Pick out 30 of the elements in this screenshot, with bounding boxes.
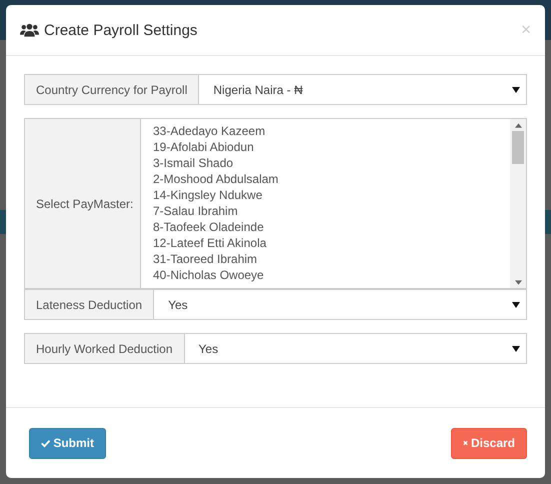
field-label: Lateness Deduction bbox=[24, 289, 154, 320]
scrollbar-thumb[interactable] bbox=[512, 131, 524, 164]
submit-button[interactable]: Submit bbox=[29, 428, 106, 458]
select-field[interactable]: Nigeria Naira - ₦ bbox=[198, 74, 527, 105]
select-field[interactable]: Yes bbox=[184, 333, 527, 364]
close-icon bbox=[463, 438, 468, 448]
field-label: Hourly Worked Deduction bbox=[24, 333, 184, 364]
list-option[interactable]: 7-Salau Ibrahim bbox=[153, 203, 498, 219]
list-option[interactable]: 3-Ismail Shado bbox=[153, 155, 498, 171]
caret-icon bbox=[512, 302, 520, 308]
list-option[interactable]: 19-Afolabi Abiodun bbox=[153, 139, 498, 155]
caret-icon bbox=[512, 346, 520, 352]
list-option[interactable]: 40-Nicholas Owoeye bbox=[153, 267, 498, 283]
list-option[interactable]: 31-Taoreed Ibrahim bbox=[153, 251, 498, 267]
field-label: Country Currency for Payroll bbox=[24, 74, 198, 105]
scrollbar[interactable] bbox=[510, 119, 526, 288]
dialog-title: Create Payroll Settings bbox=[44, 22, 198, 38]
users-icon bbox=[20, 22, 39, 38]
field-label: Select PayMaster: bbox=[24, 118, 140, 289]
scroll-down-icon[interactable] bbox=[514, 280, 522, 285]
scroll-up-icon[interactable] bbox=[514, 123, 522, 128]
list-option[interactable]: 8-Taofeek Oladeinde bbox=[153, 219, 498, 235]
list-box[interactable]: 33-Adedayo Kazeem 19-Afolabi Abiodun 3-Ismail Shado 2-Moshood Abdulsalam 14-Kingsley Ndukwe 7-Salau Ibrahim 8-Taofeek Oladeinde 12-Lateef Etti Akinola 31-Taoreed Ibrahim 40-Nicholas Owoeye bbox=[140, 118, 527, 289]
list-option[interactable]: 2-Moshood Abdulsalam bbox=[153, 171, 498, 187]
list-option[interactable]: 33-Adedayo Kazeem bbox=[153, 123, 498, 139]
select-field[interactable]: Yes bbox=[153, 289, 527, 320]
list-option[interactable]: 14-Kingsley Ndukwe bbox=[153, 187, 498, 203]
check-icon bbox=[41, 438, 50, 448]
caret-icon bbox=[512, 86, 520, 92]
list-option[interactable]: 12-Lateef Etti Akinola bbox=[153, 235, 498, 251]
